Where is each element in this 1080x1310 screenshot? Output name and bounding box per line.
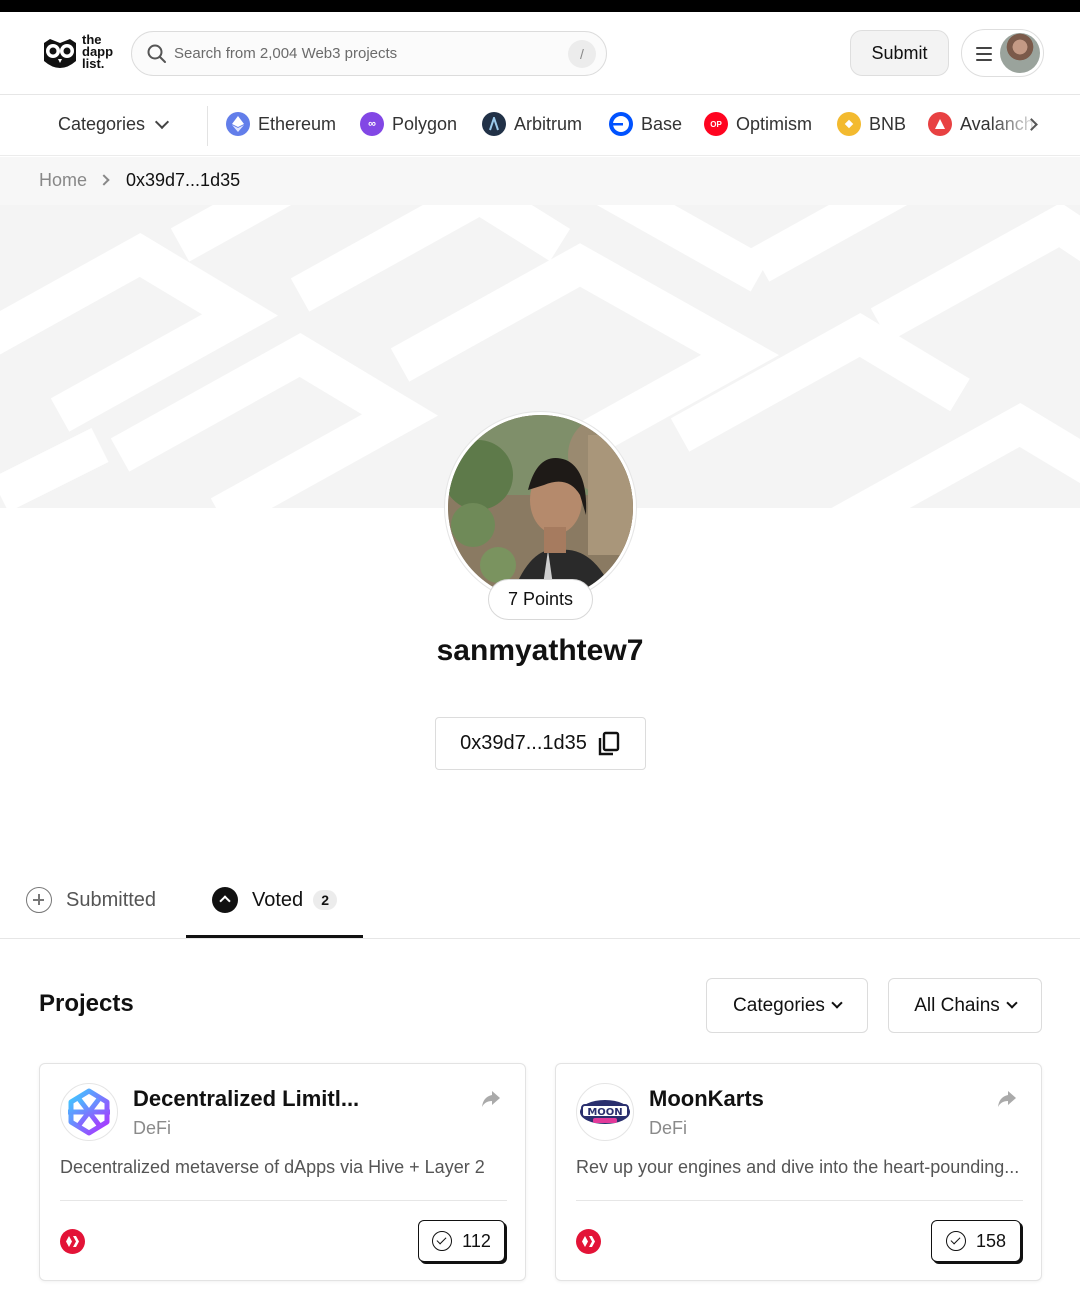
search-shortcut-key: / xyxy=(568,40,596,68)
project-name[interactable]: MoonKarts xyxy=(649,1086,764,1112)
search-placeholder: Search from 2,004 Web3 projects xyxy=(174,45,398,62)
logo-wordmark: the dapp list. xyxy=(82,32,114,71)
check-circle-icon xyxy=(432,1231,453,1251)
filter-label: All Chains xyxy=(914,994,1000,1016)
project-card[interactable]: Decentralized Limitl... DeFi Decentraliz… xyxy=(39,1063,526,1281)
submit-button[interactable]: Submit xyxy=(850,30,949,76)
chain-optimism[interactable]: OP Optimism xyxy=(704,112,812,136)
hive-icon xyxy=(60,1229,85,1254)
search-icon xyxy=(147,44,166,63)
profile-username: sanmyathtew7 xyxy=(436,634,644,667)
project-category: DeFi xyxy=(133,1118,172,1138)
tab-submitted[interactable]: Submitted xyxy=(26,887,156,913)
chain-label: Arbitrum xyxy=(514,113,583,134)
profile-photo xyxy=(448,415,633,600)
vote-button[interactable]: 112 xyxy=(418,1220,505,1262)
chevron-right-icon xyxy=(98,174,110,186)
chain-label: BNB xyxy=(869,113,907,134)
share-icon[interactable] xyxy=(481,1090,501,1108)
active-tab-indicator xyxy=(186,935,363,938)
chevron-down-icon xyxy=(1006,997,1018,1009)
chevron-down-icon xyxy=(154,114,170,129)
base-icon xyxy=(609,112,633,136)
divider xyxy=(207,106,208,146)
owl-logo-icon xyxy=(44,39,76,68)
optimism-icon: OP xyxy=(704,112,728,136)
section-title: Projects xyxy=(39,990,134,1017)
chain-nav: Categories Ethereum ∞ Polygon Arbitrum B… xyxy=(0,96,1080,156)
chevron-down-icon xyxy=(831,997,843,1009)
polygon-icon: ∞ xyxy=(360,112,384,136)
moonkarts-logo-icon: MOON xyxy=(580,1100,630,1124)
search-input[interactable]: Search from 2,004 Web3 projects / xyxy=(131,31,607,76)
hive-icon xyxy=(576,1229,601,1254)
profile-tabs: Submitted Voted 2 xyxy=(0,870,1080,939)
count-badge: 2 xyxy=(313,890,338,910)
copy-icon xyxy=(598,731,620,755)
project-description: Rev up your engines and dive into the he… xyxy=(576,1157,1020,1177)
chain-label: Optimism xyxy=(736,113,812,134)
breadcrumb-home[interactable]: Home xyxy=(39,170,87,191)
categories-filter[interactable]: Categories xyxy=(706,978,868,1033)
wallet-address: 0x39d7...1d35 xyxy=(460,732,587,754)
project-logo xyxy=(60,1083,118,1141)
project-description: Decentralized metaverse of dApps via Hiv… xyxy=(60,1157,485,1177)
bnb-icon xyxy=(837,112,861,136)
user-menu-button[interactable] xyxy=(961,29,1044,77)
categories-label: Categories xyxy=(58,114,146,134)
project-logo: MOON xyxy=(576,1083,634,1141)
chain-label: Base xyxy=(641,113,683,134)
project-card[interactable]: MOON MoonKarts DeFi Rev up your engines … xyxy=(555,1063,1042,1281)
tab-voted[interactable]: Voted 2 xyxy=(212,887,338,913)
filter-label: Categories xyxy=(733,994,825,1016)
site-header: the dapp list. Search from 2,004 Web3 pr… xyxy=(0,12,1080,95)
breadcrumb-current: 0x39d7...1d35 xyxy=(126,170,241,190)
project-name[interactable]: Decentralized Limitl... xyxy=(133,1086,359,1112)
chain-bnb[interactable]: BNB xyxy=(837,112,906,136)
status-strip xyxy=(0,0,1080,12)
points-badge: 7 Points xyxy=(488,579,593,620)
chains-filter[interactable]: All Chains xyxy=(888,978,1042,1033)
vote-button[interactable]: 158 xyxy=(931,1220,1021,1262)
plus-circle-icon xyxy=(26,887,52,913)
chain-label: Polygon xyxy=(392,113,458,134)
copy-address-button[interactable]: 0x39d7...1d35 xyxy=(435,717,646,770)
upvote-icon xyxy=(212,887,238,913)
dlux-logo-icon xyxy=(68,1088,110,1136)
chain-polygon[interactable]: ∞ Polygon xyxy=(360,112,457,136)
tab-label: Voted xyxy=(252,888,304,911)
chain-label: Ethereum xyxy=(258,113,337,134)
categories-dropdown[interactable]: Categories xyxy=(58,114,170,135)
profile-avatar xyxy=(445,412,636,603)
arbitrum-icon xyxy=(482,112,506,136)
chain-ethereum[interactable]: Ethereum xyxy=(226,112,336,136)
ethereum-icon xyxy=(226,112,250,136)
divider xyxy=(576,1200,1023,1201)
check-circle-icon xyxy=(945,1231,966,1251)
svg-text:MOON: MOON xyxy=(587,1107,622,1118)
breadcrumb: Home 0x39d7...1d35 xyxy=(0,157,1080,205)
site-logo[interactable]: the dapp list. xyxy=(40,32,120,78)
vote-count: 158 xyxy=(975,1230,1007,1251)
project-category: DeFi xyxy=(649,1118,688,1138)
avalanche-icon xyxy=(928,112,952,136)
avatar xyxy=(1000,33,1040,73)
tab-label: Submitted xyxy=(66,888,157,911)
chain-base[interactable]: Base xyxy=(609,112,682,136)
divider xyxy=(60,1200,507,1201)
hamburger-icon xyxy=(976,47,992,61)
chain-arbitrum[interactable]: Arbitrum xyxy=(482,112,582,136)
share-icon[interactable] xyxy=(997,1090,1017,1108)
vote-count: 112 xyxy=(462,1230,491,1251)
